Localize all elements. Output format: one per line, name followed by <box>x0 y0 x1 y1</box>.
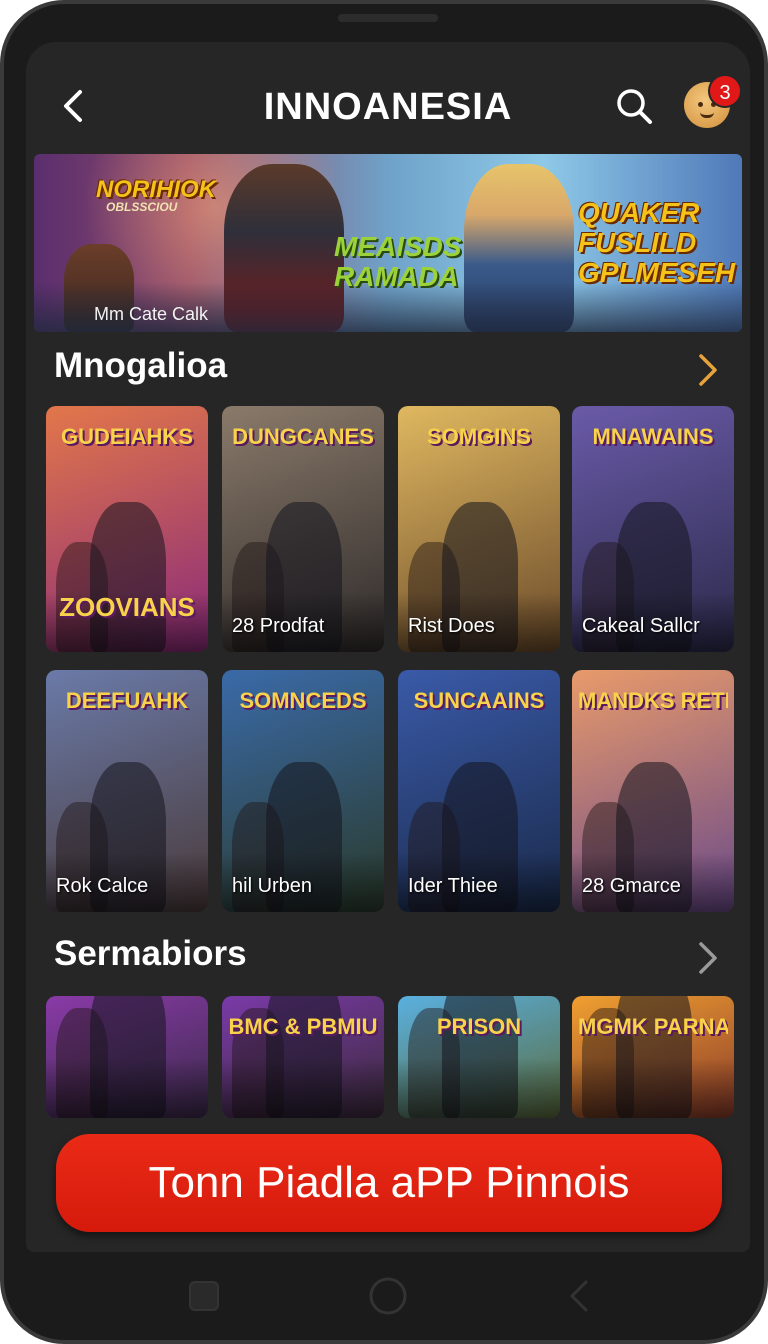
game-card-logo: SOMGINS <box>427 424 531 449</box>
section-title: Sermabiors <box>54 934 247 973</box>
banner-caption: Mm Cate Calk <box>94 304 209 324</box>
game-card[interactable]: BMC & PBMIU <box>222 996 384 1118</box>
phone-frame: INNOANESIA 3 NORIHIOK OBLSSCIOU MEAISDS … <box>0 0 768 1344</box>
game-card[interactable]: MGMK PARNAS <box>572 996 734 1118</box>
app-header: INNOANESIA 3 <box>26 42 750 152</box>
game-card-logo: SUNCAAINS <box>413 688 545 713</box>
chevron-left-icon <box>570 1280 588 1312</box>
game-card-logo: MGMK PARNAS <box>578 1014 728 1039</box>
banner-logo-subtitle: OBLSSCIOU <box>106 200 178 214</box>
section-title: Mnogalioa <box>54 346 228 385</box>
avatar-mouth <box>700 112 714 118</box>
chevron-right-icon <box>699 354 717 386</box>
hero-banner[interactable]: NORIHIOK OBLSSCIOU MEAISDS RAMADA QUAKER… <box>34 154 742 332</box>
notification-badge[interactable]: 3 <box>708 74 742 108</box>
game-card-title: Rok Calce <box>56 875 149 897</box>
game-card-title: 28 Gmarce <box>582 875 681 897</box>
home-button[interactable] <box>366 1274 410 1318</box>
system-back-button[interactable] <box>558 1274 602 1318</box>
game-card[interactable]: SOMNCEDS hil Urben <box>222 670 384 912</box>
avatar-eye <box>698 102 703 107</box>
cta-button[interactable]: Tonn Piadla aPP Pinnois <box>56 1134 722 1232</box>
game-card-title: hil Urben <box>232 875 313 897</box>
game-card-shade <box>46 1058 208 1118</box>
game-card-shade <box>222 1058 384 1118</box>
speaker-grille <box>338 14 438 22</box>
game-card[interactable]: MNAWAINS Cakeal Sallcr <box>572 406 734 652</box>
game-card-logo: MNAWAINS <box>592 424 714 449</box>
game-card[interactable]: SOMGINS Rist Does <box>398 406 560 652</box>
banner-logo: MEAISDS RAMADA <box>334 231 462 292</box>
game-card-logo: SOMNCEDS <box>239 688 367 713</box>
search-button[interactable] <box>612 84 656 128</box>
circle-icon <box>369 1277 407 1315</box>
game-card-logo: PRISON <box>436 1014 522 1039</box>
game-card-logo: GUDEIAHKS <box>60 424 193 449</box>
game-card-logo: MANDKS RETIKIA <box>578 688 728 713</box>
game-card-shade <box>398 1058 560 1118</box>
game-card[interactable]: DEEFUAHK Rok Calce <box>46 670 208 912</box>
game-card-title: Ider Thiee <box>408 875 498 897</box>
game-card[interactable]: SUNCAAINS Ider Thiee <box>398 670 560 912</box>
game-card[interactable] <box>46 996 208 1118</box>
game-card[interactable]: MANDKS RETIKIA 28 Gmarce <box>572 670 734 912</box>
game-card-shade <box>572 1058 734 1118</box>
recent-apps-button[interactable] <box>182 1274 226 1318</box>
game-card-logo: DUNGCANES <box>232 424 374 449</box>
game-card[interactable]: PRISON <box>398 996 560 1118</box>
game-card-title: Rist Does <box>408 615 495 637</box>
search-icon <box>617 89 652 124</box>
game-card-logo: BMC & PBMIU <box>228 1014 378 1039</box>
game-card[interactable]: DUNGCANES 28 Prodfat <box>222 406 384 652</box>
app-screen: INNOANESIA 3 NORIHIOK OBLSSCIOU MEAISDS … <box>26 42 750 1252</box>
banner-logo: QUAKER FUSLILD GPLMESEH <box>578 197 736 288</box>
chevron-right-icon <box>699 942 717 974</box>
game-card-logo: DEEFUAHK <box>65 688 189 713</box>
section-more-button[interactable] <box>692 350 722 390</box>
section-more-button[interactable] <box>692 938 722 978</box>
game-card[interactable]: GUDEIAHKS ZOOVIANS <box>46 406 208 652</box>
game-card-title: 28 Prodfat <box>232 615 325 637</box>
system-nav-bar <box>4 1252 768 1344</box>
game-card-logo: ZOOVIANS <box>59 592 195 622</box>
game-card-title: Cakeal Sallcr <box>582 615 700 637</box>
square-icon <box>189 1281 219 1311</box>
